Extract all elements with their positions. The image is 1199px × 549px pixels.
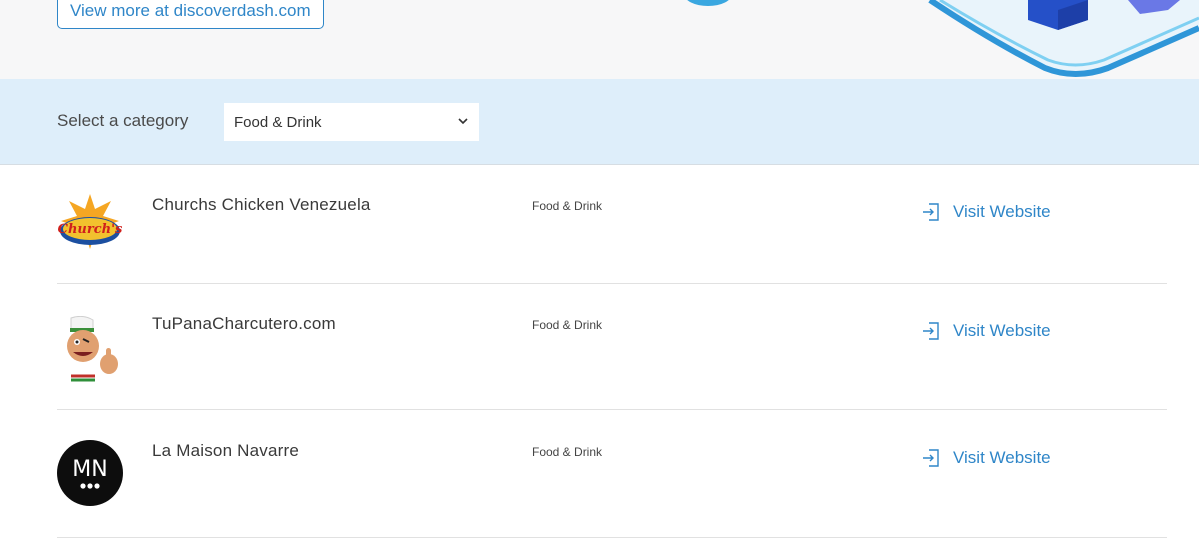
listing-name: Churchs Chicken Venezuela [152,195,371,214]
charcutero-mascot-logo-icon [63,316,118,382]
visit-website-link[interactable]: Visit Website [921,448,1051,468]
category-filter-bar: Select a category Food & Drink [0,79,1199,165]
visit-website-label: Visit Website [953,448,1051,467]
category-select[interactable]: Food & Drink [224,103,479,141]
chevron-down-icon [458,118,468,125]
visit-website-link[interactable]: Visit Website [921,202,1051,222]
visit-website-link[interactable]: Visit Website [921,321,1051,341]
churchs-chicken-logo-icon: Church's [58,194,123,249]
view-more-button[interactable]: View more at discoverdash.com [57,0,324,29]
svg-text:MN: MN [72,457,107,482]
listing-name: La Maison Navarre [152,441,300,460]
sign-in-icon [923,449,939,467]
listing-row: TuPanaCharcutero.com Food & Drink Visit … [57,284,1167,410]
sign-in-icon [923,203,939,221]
listing-name: TuPanaCharcutero.com [152,314,336,333]
visit-website-label: Visit Website [953,202,1051,221]
listing-category: Food & Drink [532,199,603,213]
category-label: Select a category [57,111,189,130]
category-selected-value: Food & Drink [234,113,322,131]
svg-text:Church's: Church's [58,222,123,237]
sign-in-icon [923,322,939,340]
listing-category: Food & Drink [532,445,603,459]
hero-section: View more at discoverdash.com [0,0,1199,79]
listing-category: Food & Drink [532,318,603,332]
visit-website-label: Visit Website [953,321,1051,340]
listing-row: MN La Maison Navarre Food & Drink Visit … [57,411,1167,538]
mn-monogram-logo-icon: MN [57,440,123,506]
listing-row: Church's Churchs Chicken Venezuela Food … [57,165,1167,284]
